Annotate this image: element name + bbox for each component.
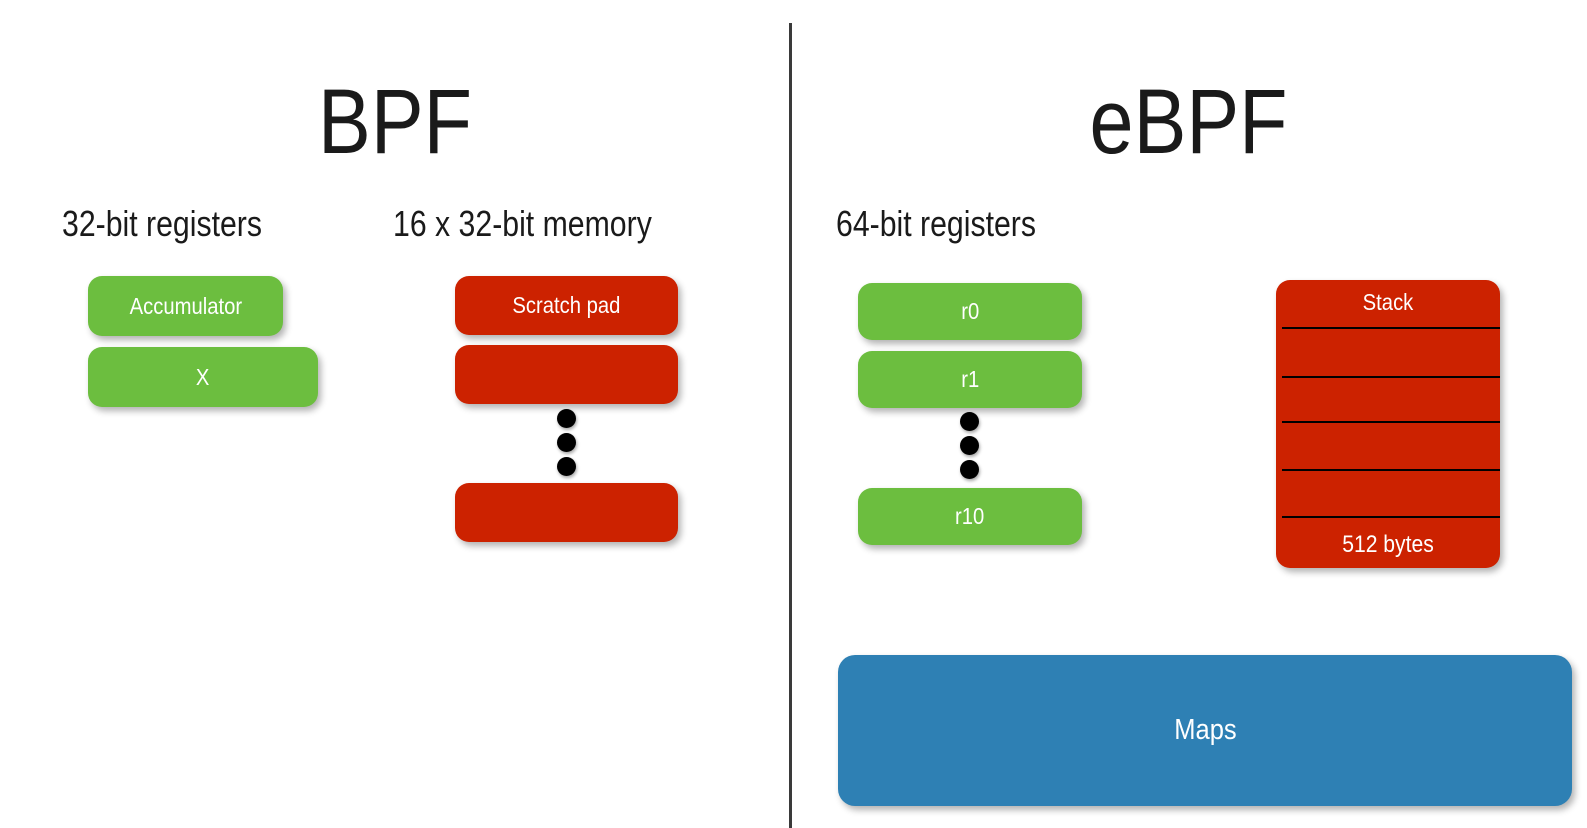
register-block-label: X <box>196 363 210 390</box>
register-block-x[interactable]: X <box>88 347 318 407</box>
stack-divider-line <box>1282 376 1500 378</box>
caption-16x32bit-memory: 16 x 32-bit memory <box>393 203 652 244</box>
maps-block-label: Maps <box>1173 714 1237 746</box>
register-block-label: r10 <box>955 503 985 529</box>
panel-title-ebpf: eBPF <box>1089 71 1288 173</box>
memory-block-label: Scratch pad <box>512 292 621 318</box>
register-block-r10[interactable]: r10 <box>858 488 1082 545</box>
register-block-r0[interactable]: r0 <box>858 283 1082 340</box>
maps-block[interactable]: Maps <box>838 655 1572 806</box>
memory-block-scratch-pad[interactable]: Scratch pad <box>455 276 678 335</box>
caption-64bit-registers: 64-bit registers <box>836 203 1037 244</box>
ellipsis-dot-icon <box>960 412 979 431</box>
stack-block[interactable]: Stack 512 bytes <box>1276 280 1500 568</box>
register-block-accumulator[interactable]: Accumulator <box>88 276 283 336</box>
panel-divider <box>789 23 792 828</box>
ellipsis-dot-icon <box>557 409 576 428</box>
register-block-label: r0 <box>960 298 979 324</box>
memory-block-second[interactable] <box>455 345 678 404</box>
ellipsis-dot-icon <box>960 460 979 479</box>
stack-divider-line <box>1282 516 1500 518</box>
register-block-label: r1 <box>960 366 979 392</box>
register-block-label: Accumulator <box>129 292 242 319</box>
panel-title-bpf: BPF <box>318 71 472 173</box>
register-block-r1[interactable]: r1 <box>858 351 1082 408</box>
ellipsis-dot-icon <box>557 457 576 476</box>
memory-ellipsis-dots <box>557 409 576 476</box>
ellipsis-dot-icon <box>557 433 576 452</box>
stack-divider-line <box>1282 421 1500 423</box>
diagram-canvas: BPF 32-bit registers 16 x 32-bit memory … <box>0 0 1587 828</box>
caption-32bit-registers: 32-bit registers <box>62 203 263 244</box>
register-ellipsis-dots <box>960 412 979 479</box>
memory-block-last[interactable] <box>455 483 678 542</box>
stack-divider-line <box>1282 327 1500 329</box>
stack-size-label: 512 bytes <box>1342 531 1434 558</box>
ellipsis-dot-icon <box>960 436 979 455</box>
stack-title: Stack <box>1362 289 1414 315</box>
stack-divider-line <box>1282 469 1500 471</box>
